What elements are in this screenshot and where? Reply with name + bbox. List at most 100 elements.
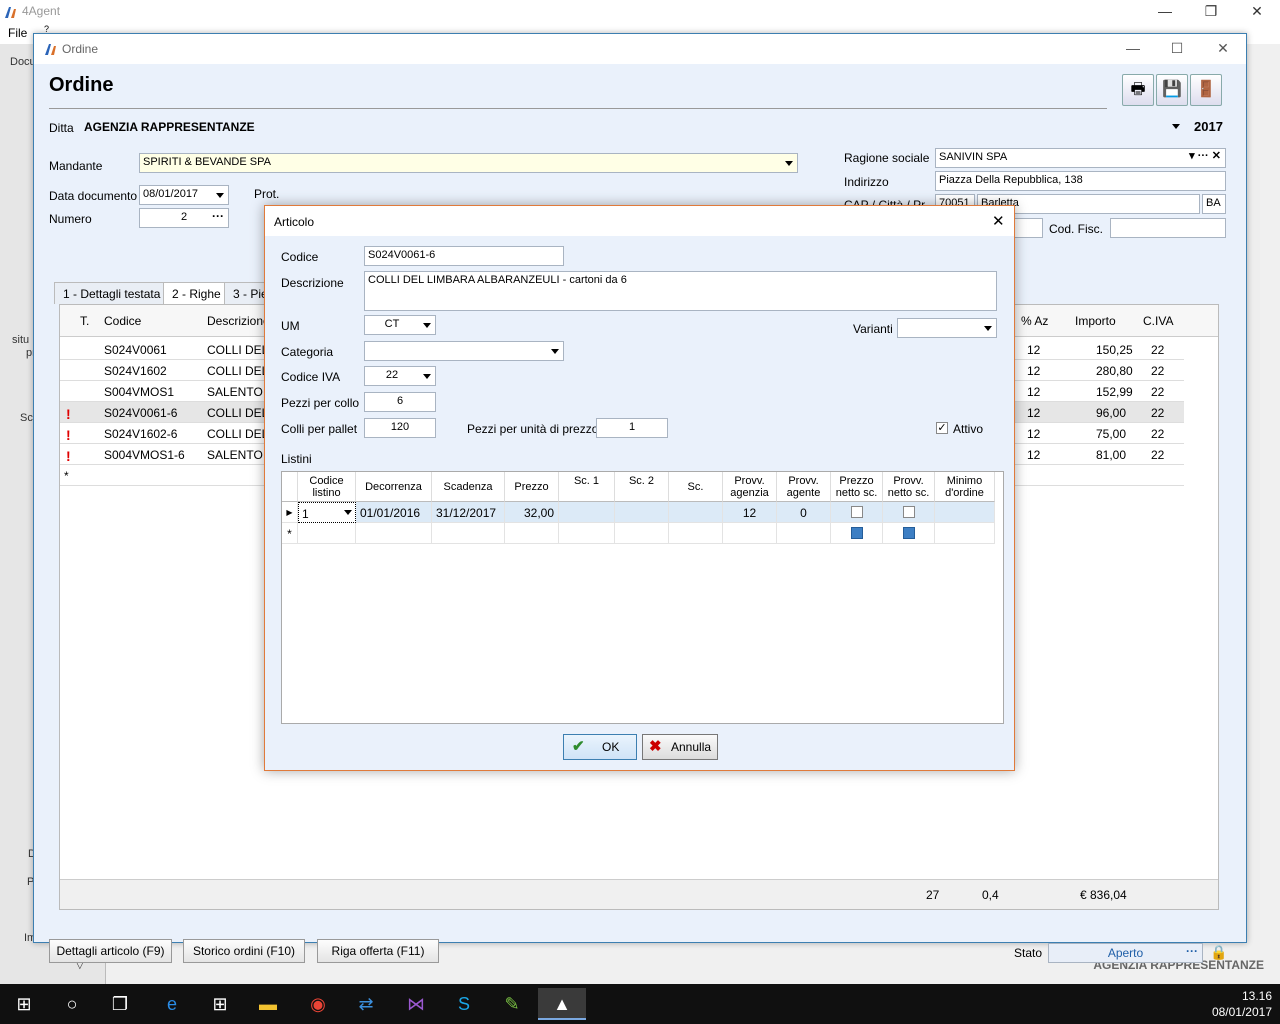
save-button[interactable]: 💾 bbox=[1156, 74, 1188, 106]
row-codice: S004VMOS1-6 bbox=[104, 448, 185, 462]
chrome-icon[interactable]: ◉ bbox=[294, 988, 342, 1020]
left-label-docu[interactable]: Docu bbox=[10, 56, 36, 68]
listini-col-header[interactable]: Codice listino bbox=[298, 472, 356, 502]
listini-col-header[interactable]: Scadenza bbox=[432, 472, 505, 502]
prezzo-netto-checkbox[interactable] bbox=[851, 506, 863, 518]
storico-ordini-button[interactable]: Storico ordini (F10) bbox=[183, 939, 305, 963]
riga-offerta-button[interactable]: Riga offerta (F11) bbox=[317, 939, 439, 963]
new-cell[interactable] bbox=[505, 523, 559, 544]
data-documento-field[interactable]: 08/01/2017 bbox=[139, 185, 229, 205]
listino-scadenza[interactable]: 31/12/2017 bbox=[432, 502, 505, 523]
prot-label: Prot. bbox=[254, 187, 280, 201]
numero-label: Numero bbox=[49, 212, 92, 226]
right-scrollbar[interactable] bbox=[1246, 160, 1260, 920]
listini-col-header[interactable]: Sc. bbox=[669, 472, 723, 502]
store-icon[interactable]: ⊞ bbox=[196, 988, 244, 1020]
listini-col-header[interactable]: Minimo d'ordine bbox=[935, 472, 995, 502]
listino-minimo[interactable] bbox=[935, 502, 995, 523]
numero-field[interactable]: 2 ··· bbox=[139, 208, 229, 228]
col-codice[interactable]: Codice bbox=[104, 314, 141, 328]
left-label-situ[interactable]: situ bbox=[12, 334, 29, 346]
listino-prezzo[interactable]: 32,00 bbox=[505, 502, 559, 523]
ordine-minimize-button[interactable]: — bbox=[1110, 37, 1156, 61]
varianti-select[interactable] bbox=[897, 318, 997, 338]
new-cell[interactable] bbox=[723, 523, 777, 544]
ragione-sociale-field[interactable]: SANIVIN SPA ▾ ··· ✕ bbox=[935, 148, 1226, 168]
new-cell[interactable] bbox=[669, 523, 723, 544]
provv-netto-checkbox[interactable] bbox=[903, 506, 915, 518]
close-icon[interactable]: ✕ bbox=[992, 212, 1005, 230]
visual-studio-icon[interactable]: ⋈ bbox=[392, 988, 440, 1020]
file-explorer-icon[interactable]: ▬ bbox=[244, 988, 292, 1020]
task-view-icon[interactable]: ❐ bbox=[96, 988, 144, 1020]
new-cell[interactable] bbox=[777, 523, 831, 544]
um-select[interactable]: CT bbox=[364, 315, 436, 335]
new-cell[interactable] bbox=[935, 523, 995, 544]
provincia-field[interactable]: BA bbox=[1202, 194, 1226, 214]
col-t[interactable]: T. bbox=[80, 314, 89, 328]
listino-sc1[interactable] bbox=[559, 502, 615, 523]
skype-icon[interactable]: S bbox=[440, 988, 488, 1020]
new-cell[interactable] bbox=[559, 523, 615, 544]
ordine-close-button[interactable]: ✕ bbox=[1200, 37, 1246, 61]
listino-provv-agente[interactable]: 0 bbox=[777, 502, 831, 523]
ok-button[interactable]: ✔ OK bbox=[563, 734, 637, 760]
listini-col-header[interactable]: Provv. agente bbox=[777, 472, 831, 502]
listino-provv-agenzia[interactable]: 12 bbox=[723, 502, 777, 523]
clock-time: 13.16 bbox=[1241, 989, 1272, 1003]
listino-codice-select[interactable]: 1 bbox=[298, 502, 356, 523]
restore-button[interactable]: ❐ bbox=[1188, 0, 1234, 24]
codice-field[interactable]: S024V0061-6 bbox=[364, 246, 564, 266]
new-cell[interactable] bbox=[432, 523, 505, 544]
windows-start-icon[interactable]: ⊞ bbox=[0, 988, 48, 1020]
mandante-select[interactable]: SPIRITI & BEVANDE SPA bbox=[139, 153, 798, 173]
search-icon[interactable]: ○ bbox=[48, 988, 96, 1020]
tab-dettagli-testata[interactable]: 1 - Dettagli testata bbox=[54, 282, 170, 304]
listini-col-header[interactable]: Prezzo bbox=[505, 472, 559, 502]
prezzo-netto-new-checkbox[interactable] bbox=[851, 527, 863, 539]
annulla-button[interactable]: ✖ Annulla bbox=[642, 734, 718, 760]
categoria-select[interactable] bbox=[364, 341, 564, 361]
tab-righe[interactable]: 2 - Righe bbox=[163, 282, 230, 304]
ditta-dropdown-icon[interactable] bbox=[1172, 124, 1180, 129]
left-label-sc[interactable]: Sc bbox=[20, 412, 33, 424]
stato-field[interactable]: Aperto ··· bbox=[1048, 943, 1203, 963]
listini-col-header[interactable]: Sc. 2 bbox=[615, 472, 669, 502]
listino-decorrenza[interactable]: 01/01/2016 bbox=[356, 502, 432, 523]
provv-netto-new-checkbox[interactable] bbox=[903, 527, 915, 539]
new-cell[interactable] bbox=[615, 523, 669, 544]
descrizione-field[interactable]: COLLI DEL LIMBARA ALBARANZEULI - cartoni… bbox=[364, 271, 997, 311]
close-button[interactable]: ✕ bbox=[1234, 0, 1280, 24]
notes-app-icon[interactable]: ✎ bbox=[488, 988, 536, 1020]
listini-col-header[interactable]: Provv. netto sc. bbox=[883, 472, 935, 502]
4agent-taskbar-icon[interactable]: ▲ bbox=[538, 988, 586, 1020]
listino-sc[interactable] bbox=[669, 502, 723, 523]
attivo-checkbox[interactable]: ✓ bbox=[936, 422, 948, 434]
exit-button[interactable]: 🚪 bbox=[1190, 74, 1222, 106]
colli-pallet-field[interactable]: 120 bbox=[364, 418, 436, 438]
listini-col-header[interactable]: Prezzo netto sc. bbox=[831, 472, 883, 502]
edge-browser-icon[interactable]: e bbox=[148, 988, 196, 1020]
indirizzo-field[interactable]: Piazza Della Repubblica, 138 bbox=[935, 171, 1226, 191]
pezzi-collo-field[interactable]: 6 bbox=[364, 392, 436, 412]
listino-sc2[interactable] bbox=[615, 502, 669, 523]
cod-fisc-field[interactable] bbox=[1110, 218, 1226, 238]
listini-col-header[interactable]: Provv. agenzia bbox=[723, 472, 777, 502]
new-cell[interactable] bbox=[356, 523, 432, 544]
menu-file[interactable]: File bbox=[8, 26, 27, 40]
codice-iva-select[interactable]: 22 bbox=[364, 366, 436, 386]
ordine-maximize-button[interactable]: ☐ bbox=[1154, 37, 1200, 61]
new-cell[interactable] bbox=[298, 523, 356, 544]
print-button[interactable]: 🖶 bbox=[1122, 74, 1154, 106]
col-importo[interactable]: Importo bbox=[1075, 314, 1116, 328]
teamviewer-icon[interactable]: ⇄ bbox=[342, 988, 390, 1020]
col-descrizione[interactable]: Descrizione bbox=[207, 314, 270, 328]
listini-col-header[interactable]: Sc. 1 bbox=[559, 472, 615, 502]
minimize-button[interactable]: — bbox=[1142, 0, 1188, 24]
col-civa[interactable]: C.IVA bbox=[1143, 314, 1173, 328]
pezzi-unita-field[interactable]: 1 bbox=[596, 418, 668, 438]
listini-col-header[interactable]: Decorrenza bbox=[356, 472, 432, 502]
lock-icon[interactable]: 🔒 bbox=[1210, 944, 1227, 961]
dettagli-articolo-button[interactable]: Dettagli articolo (F9) bbox=[49, 939, 172, 963]
col-az[interactable]: % Az bbox=[1021, 314, 1048, 328]
